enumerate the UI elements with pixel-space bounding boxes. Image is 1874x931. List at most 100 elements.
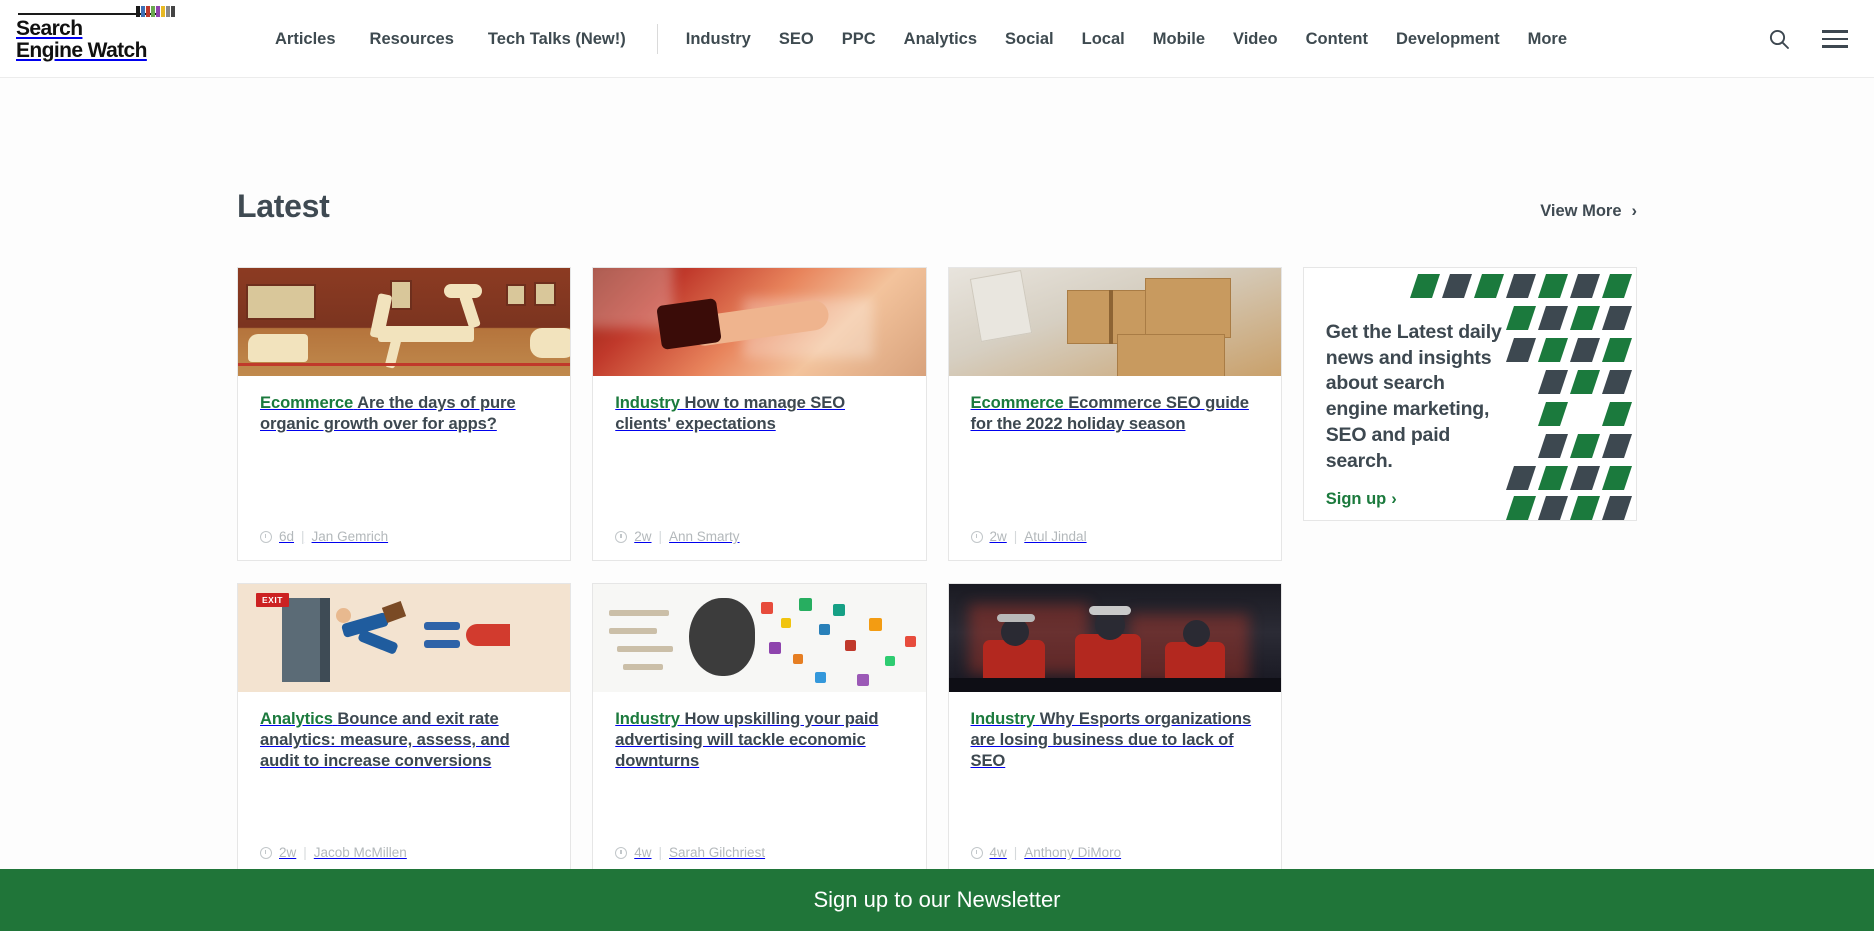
article-card[interactable]: EXIT Analytics Bounce and exit rate anal… [237, 583, 572, 877]
article-title: Ecommerce Ecommerce SEO guide for the 20… [971, 392, 1259, 434]
view-more-label: View More [1540, 202, 1622, 220]
article-thumbnail [593, 268, 926, 376]
meta-separator: | [1013, 845, 1018, 860]
nav-item-tech-talks[interactable]: Tech Talks (New!) [471, 30, 643, 49]
article-card[interactable]: Ecommerce Ecommerce SEO guide for the 20… [947, 267, 1282, 561]
clock-icon [970, 846, 983, 859]
article-thumbnail [948, 268, 1281, 376]
article-body: Industry How to manage SEO clients' expe… [593, 376, 925, 529]
article-time: 4w [989, 845, 1007, 860]
article-body: Ecommerce Are the days of pure organic g… [238, 376, 570, 529]
article-author: Jan Gemrich [311, 529, 389, 544]
nav-item-ppc[interactable]: PPC [828, 30, 890, 49]
article-category: Ecommerce [970, 393, 1064, 412]
article-title: Analytics Bounce and exit rate analytics… [260, 708, 548, 772]
article-thumbnail: EXIT [238, 584, 571, 692]
page-content: Latest View More › Ecommerce Are the day… [0, 78, 1874, 931]
article-thumbnail [238, 268, 571, 376]
meta-separator: | [658, 845, 663, 860]
nav-divider [656, 24, 658, 54]
nav-item-analytics[interactable]: Analytics [890, 30, 991, 49]
article-category: Ecommerce [260, 393, 354, 412]
section-header: Latest View More › [237, 188, 1637, 225]
article-title: Industry How upskilling your paid advert… [615, 708, 903, 772]
newsletter-signup-bar[interactable]: Sign up to our Newsletter [0, 869, 1874, 931]
clock-icon [260, 846, 272, 859]
hamburger-icon[interactable] [1822, 26, 1848, 52]
article-card[interactable]: Industry How to manage SEO clients' expe… [592, 267, 927, 561]
article-title: Industry Why Esports organizations are l… [971, 708, 1259, 772]
chevron-right-icon: › [1391, 490, 1397, 509]
nav-item-local[interactable]: Local [1068, 30, 1139, 49]
article-body: Analytics Bounce and exit rate analytics… [238, 692, 570, 845]
meta-separator: | [303, 845, 307, 860]
article-grid: Ecommerce Are the days of pure organic g… [237, 267, 1637, 877]
promo-headline: Get the Latest daily news and insights a… [1325, 321, 1502, 472]
article-category: Analytics [260, 709, 333, 728]
category-navigation: Industry SEO PPC Analytics Social Local … [672, 30, 1581, 49]
newsletter-promo-card[interactable]: Get the Latest daily news and insights a… [1302, 267, 1637, 521]
newsletter-signup-label: Sign up to our Newsletter [813, 887, 1061, 912]
article-category: Industry [970, 709, 1036, 728]
clock-icon [615, 530, 628, 543]
meta-separator: | [1013, 529, 1018, 544]
article-meta: 6d | Jan Gemrich [238, 529, 570, 560]
clock-icon [970, 530, 983, 543]
article-card[interactable]: Industry Why Esports organizations are l… [947, 583, 1282, 877]
article-body: Industry How upskilling your paid advert… [593, 692, 925, 845]
meta-separator: | [658, 529, 663, 544]
logo-text-line1: Search [16, 17, 83, 40]
promo-text-block: Get the Latest daily news and insights a… [1304, 268, 1504, 509]
article-meta: 2w | Ann Smarty [593, 529, 925, 560]
article-category: Industry [615, 709, 680, 728]
latest-section: Latest View More › Ecommerce Are the day… [237, 78, 1637, 877]
exit-badge: EXIT [256, 593, 289, 607]
article-time: 2w [279, 845, 297, 860]
article-thumbnail [593, 584, 926, 692]
logo-color-bars [136, 6, 176, 17]
main-navigation: Articles Resources Tech Talks (New!) Ind… [258, 0, 1581, 78]
article-time: 6d [279, 529, 295, 544]
nav-item-articles[interactable]: Articles [258, 30, 353, 49]
article-card[interactable]: Industry How upskilling your paid advert… [592, 583, 927, 877]
nav-item-content[interactable]: Content [1292, 30, 1382, 49]
nav-item-more[interactable]: More [1514, 30, 1581, 49]
promo-signup-label: Sign up [1325, 490, 1387, 509]
logo-rule [18, 6, 190, 17]
view-more-link[interactable]: View More › [1540, 202, 1637, 221]
article-card[interactable]: Ecommerce Are the days of pure organic g… [237, 267, 572, 561]
page-title: Latest [237, 188, 330, 224]
article-title: Ecommerce Are the days of pure organic g… [260, 392, 548, 434]
header-actions [1766, 0, 1848, 78]
article-time: 2w [634, 529, 652, 544]
article-title: Industry How to manage SEO clients' expe… [615, 392, 903, 434]
nav-item-seo[interactable]: SEO [765, 30, 828, 49]
article-thumbnail [948, 584, 1281, 692]
article-author: Anthony DiMoro [1024, 845, 1122, 860]
nav-item-video[interactable]: Video [1219, 30, 1292, 49]
promo-signup-link[interactable]: Sign up › [1326, 490, 1397, 509]
chevron-right-icon: › [1631, 202, 1638, 220]
site-logo[interactable]: Search Engine Watch [16, 6, 196, 68]
article-author: Jacob McMillen [313, 845, 407, 860]
article-body: Ecommerce Ecommerce SEO guide for the 20… [949, 376, 1281, 529]
article-meta: 2w | Atul Jindal [949, 529, 1281, 560]
nav-item-social[interactable]: Social [991, 30, 1068, 49]
article-author: Ann Smarty [669, 529, 740, 544]
article-author: Sarah Gilchriest [669, 845, 766, 860]
article-category: Industry [615, 393, 680, 412]
nav-item-resources[interactable]: Resources [353, 30, 471, 49]
search-icon[interactable] [1766, 26, 1792, 52]
clock-icon [260, 530, 272, 543]
nav-item-mobile[interactable]: Mobile [1139, 30, 1219, 49]
nav-item-industry[interactable]: Industry [672, 30, 765, 49]
article-body: Industry Why Esports organizations are l… [949, 692, 1281, 845]
logo-text-line2: Engine Watch [16, 39, 147, 62]
article-time: 4w [634, 845, 652, 860]
article-author: Atul Jindal [1024, 529, 1087, 544]
nav-item-development[interactable]: Development [1382, 30, 1514, 49]
article-time: 2w [989, 529, 1007, 544]
site-header: Search Engine Watch Articles Resources T… [0, 0, 1874, 78]
meta-separator: | [301, 529, 305, 544]
clock-icon [615, 846, 628, 859]
